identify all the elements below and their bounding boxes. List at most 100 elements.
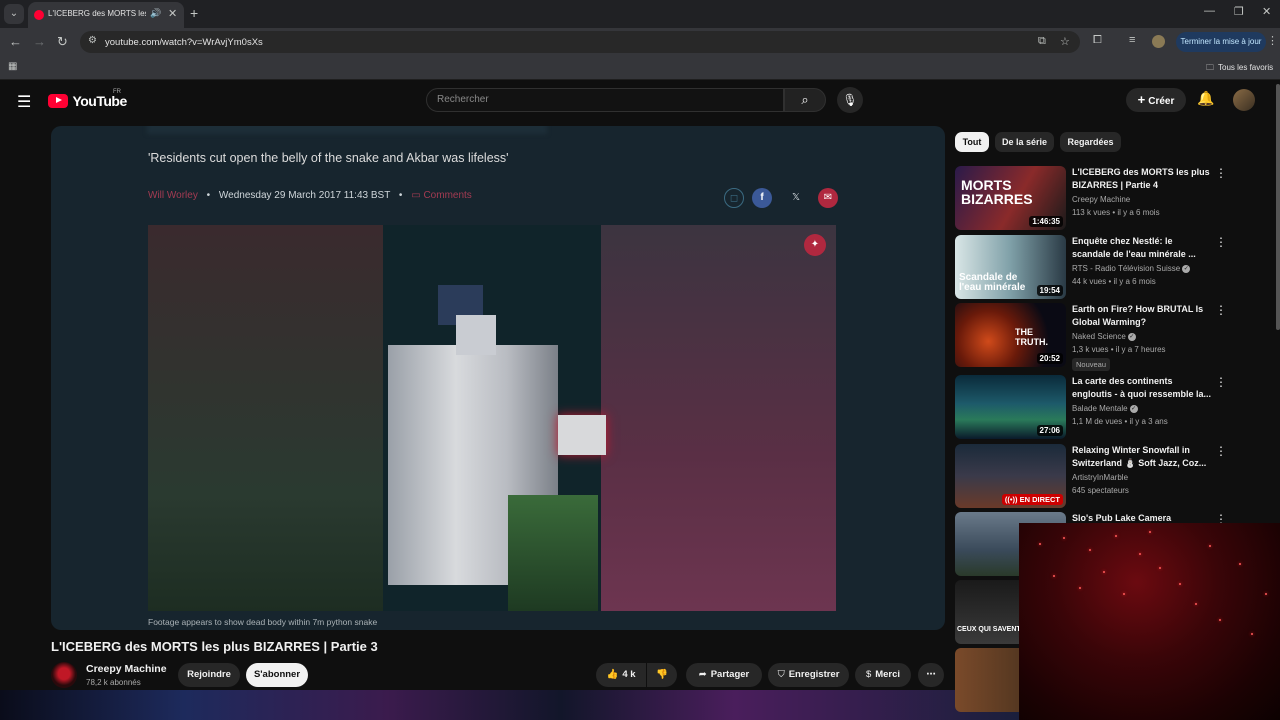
share-button[interactable]: ➦ Partager	[686, 663, 762, 687]
thumbs-up-icon: 👍	[606, 669, 619, 680]
channel-label: RTS - Radio Télévision Suisse	[1072, 264, 1181, 273]
channel-name[interactable]: Creepy Machine	[86, 663, 167, 675]
thanks-icon: $	[865, 669, 872, 680]
new-tab-icon[interactable]: +	[190, 5, 198, 21]
thanks-button[interactable]: $ Merci	[855, 663, 911, 687]
tab-title: L'ICEBERG des MORTS les plus BIZARRES | …	[48, 9, 146, 18]
search-input[interactable]: Rechercher	[426, 88, 784, 112]
youtube-wordmark: YouTube	[72, 92, 127, 109]
all-bookmarks-label: Tous les favoris	[1218, 63, 1274, 72]
search-button[interactable]: ⌕	[784, 88, 826, 112]
save-button[interactable]: ⛉ Enregistrer	[768, 663, 849, 687]
article-author: Will Worley	[148, 190, 198, 201]
verified-icon: ✓	[1129, 404, 1138, 413]
folder-icon: 🗀	[1206, 63, 1214, 72]
video-thumbnail[interactable]: MORTS BIZARRES 1:46:35	[955, 166, 1066, 230]
video-duration: 20:52	[1036, 353, 1063, 364]
recommendation-meta: 113 k vues • il y a 6 mois	[1072, 208, 1160, 217]
recommendation-title[interactable]: Earth on Fire? How BRUTAL Is Global Warm…	[1072, 303, 1212, 329]
user-avatar[interactable]	[1233, 89, 1255, 111]
facebook-icon: f	[752, 188, 772, 208]
menu-icon[interactable]: ⋮	[1267, 34, 1278, 47]
plus-icon: +	[1137, 92, 1146, 107]
extensions-icon[interactable]: ⧠	[1093, 34, 1102, 47]
address-bar[interactable]: ⚙ youtube.com/watch?v=WrAvjYm0sXs ⧉ ☆	[80, 31, 1080, 53]
article-comments: Comments	[423, 190, 472, 201]
reload-icon[interactable]: ↻	[57, 34, 68, 50]
recommendation-channel[interactable]: Balade Mentale ✓	[1072, 404, 1138, 413]
more-options-icon[interactable]: ⋮	[1215, 444, 1227, 458]
image-caption: Footage appears to show dead body within…	[148, 617, 378, 627]
more-options-icon[interactable]: ⋮	[1215, 166, 1227, 180]
like-button[interactable]: 👍 4 k	[596, 663, 646, 687]
bookmark-star-icon[interactable]: ☆	[1060, 35, 1070, 48]
forward-icon[interactable]: →	[33, 34, 46, 49]
recommendation-title[interactable]: Enquête chez Nestlé: le scandale de l'ea…	[1072, 235, 1212, 261]
recommendation-title[interactable]: L'ICEBERG des MORTS les plus BIZARRES | …	[1072, 166, 1212, 192]
thumbnail-text: Scandale de l'eau minérale	[959, 272, 1026, 293]
more-options-icon[interactable]: ⋮	[1215, 375, 1227, 389]
search-placeholder: Rechercher	[437, 94, 489, 105]
comments-icon: ▭	[411, 190, 424, 201]
close-window-icon[interactable]: ✕	[1262, 5, 1271, 18]
update-button[interactable]: Terminer la mise à jour	[1176, 32, 1266, 52]
hamburger-menu-icon[interactable]: ☰	[17, 92, 31, 112]
recommendation-meta: 645 spectateurs	[1072, 486, 1129, 495]
video-thumbnail[interactable]: ((•)) EN DIRECT	[955, 444, 1066, 508]
article-headline-blur	[147, 126, 547, 134]
reading-list-icon[interactable]: ≡	[1129, 34, 1135, 46]
cast-icon[interactable]: ⧉	[1038, 35, 1046, 48]
recommendation-title[interactable]: La carte des continents engloutis - à qu…	[1072, 375, 1212, 401]
webcam-overlay	[1019, 523, 1280, 720]
save-icon: ⛉	[777, 669, 785, 680]
more-options-icon[interactable]: ⋮	[1215, 235, 1227, 249]
profile-icon[interactable]	[1152, 35, 1165, 48]
voice-search-button[interactable]: 🎙	[837, 87, 863, 113]
recommendation-meta: 1,1 M de vues • il y a 3 ans	[1072, 417, 1168, 426]
channel-label: Balade Mentale	[1072, 404, 1128, 413]
recommendation-channel[interactable]: Naked Science ✓	[1072, 332, 1136, 341]
thumbnail-text: CEUX QUI SAVENT	[957, 626, 1021, 633]
share-icon: ➦	[698, 669, 707, 680]
microphone-icon: 🎙	[842, 93, 858, 107]
video-thumbnail[interactable]: 27:06	[955, 375, 1066, 439]
apps-grid-icon[interactable]: ▦	[8, 61, 17, 72]
create-label: Créer	[1148, 96, 1175, 107]
video-thumbnail[interactable]: Scandale de l'eau minérale 19:54	[955, 235, 1066, 299]
video-thumbnail[interactable]: THE TRUTH. 20:52	[955, 303, 1066, 367]
share-label: Partager	[710, 669, 750, 680]
recommendation-channel[interactable]: Creepy Machine	[1072, 195, 1130, 204]
video-player[interactable]: 'Residents cut open the belly of the sna…	[51, 126, 945, 630]
subscribe-button[interactable]: S'abonner	[246, 663, 308, 687]
recommendation-channel[interactable]: RTS - Radio Télévision Suisse ✓	[1072, 264, 1191, 273]
chip-series[interactable]: De la série	[995, 132, 1054, 152]
all-bookmarks[interactable]: 🗀 Tous les favoris	[1206, 62, 1273, 76]
tab-search-button[interactable]: ⌄	[4, 4, 24, 24]
close-tab-icon[interactable]: ✕	[168, 7, 177, 20]
minimize-icon[interactable]: —	[1204, 5, 1215, 17]
speaker-icon[interactable]: 🔊	[150, 8, 161, 19]
youtube-logo[interactable]: YouTube FR	[48, 89, 127, 110]
verified-icon: ✓	[1127, 332, 1136, 341]
channel-avatar[interactable]	[51, 662, 77, 688]
recommendation-title[interactable]: Relaxing Winter Snowfall in Switzerland …	[1072, 444, 1212, 470]
more-actions-button[interactable]: ⋯	[918, 663, 944, 687]
search-icon: ⌕	[801, 92, 809, 107]
article-date: Wednesday 29 March 2017 11:43 BST	[218, 190, 391, 201]
more-options-icon[interactable]: ⋮	[1215, 303, 1227, 317]
maximize-icon[interactable]: ❐	[1234, 5, 1244, 18]
video-duration: 19:54	[1036, 285, 1063, 296]
recommendation-channel[interactable]: ArtistryInMarble	[1072, 473, 1128, 482]
bookmarks-bar: ▦ 🗀 Tous les favoris	[0, 56, 1280, 80]
back-icon[interactable]: ←	[9, 34, 22, 49]
browser-tab[interactable]: L'ICEBERG des MORTS les plus BIZARRES | …	[28, 2, 184, 28]
create-button[interactable]: + Créer	[1126, 88, 1186, 112]
chip-all[interactable]: Tout	[955, 132, 989, 152]
notifications-bell-icon[interactable]: 🔔	[1197, 90, 1214, 107]
site-info-icon[interactable]: ⚙	[88, 35, 97, 46]
chip-watched[interactable]: Regardées	[1060, 132, 1121, 152]
join-button[interactable]: Rejoindre	[178, 663, 240, 687]
dislike-button[interactable]: 👎	[647, 663, 677, 687]
new-badge: Nouveau	[1072, 358, 1111, 371]
page-scrollbar[interactable]	[1276, 84, 1280, 330]
